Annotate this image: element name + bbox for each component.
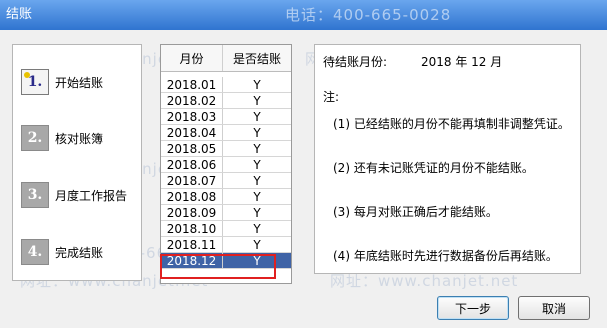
pending-month-label: 待结账月份: [323, 55, 388, 69]
table-row[interactable]: 2018.05 Y [161, 141, 291, 157]
info-panel: 待结账月份: 2018 年 12 月 注: (1) 已经结账的月份不能再填制非调… [314, 44, 581, 274]
cell-month: 2018.03 [161, 109, 223, 124]
next-button[interactable]: 下一步 [437, 296, 509, 320]
step-panel: 1. 开始结账 2. 核对账簿 3. 月度工作报告 4. 完成结账 [12, 44, 142, 281]
step-4-icon: 4. [21, 239, 49, 265]
cell-month: 2018.07 [161, 173, 223, 188]
grid-header: 月份 是否结账 [161, 45, 291, 72]
window-title: 结账 [6, 7, 33, 22]
closing-grid[interactable]: 月份 是否结账 2018.01 Y 2018.02 Y 2018.03 Y 2018.… [160, 44, 292, 284]
watermark-phone-top: 电话：400-665-0028 [285, 6, 452, 24]
note-item: (4) 年底结账时先进行数据备份后再结账。 [333, 249, 558, 263]
cell-month: 2018.04 [161, 125, 223, 140]
note-item: (1) 已经结账的月份不能再填制非调整凭证。 [333, 117, 570, 131]
cell-closed: Y [253, 221, 261, 236]
title-bar: 结账 电话：400-665-0028 [0, 0, 607, 30]
cell-closed: Y [253, 189, 261, 204]
note-item: (3) 每月对账正确后才能结账。 [333, 205, 498, 219]
table-row[interactable]: 2018.08 Y [161, 189, 291, 205]
cell-closed: Y [253, 237, 261, 252]
table-row[interactable]: 2018.09 Y [161, 205, 291, 221]
step-3-icon: 3. [21, 182, 49, 208]
table-row[interactable]: 2018.10 Y [161, 221, 291, 237]
cell-month: 2018.10 [161, 221, 223, 236]
table-row[interactable]: 2018.06 Y [161, 157, 291, 173]
table-row[interactable]: 2018.07 Y [161, 173, 291, 189]
step-1-icon: 1. [21, 69, 49, 95]
table-row[interactable]: 2018.11 Y [161, 237, 291, 253]
cell-month: 2018.11 [161, 237, 223, 252]
column-header-closed[interactable]: 是否结账 [223, 45, 291, 71]
step-start-closing: 1. 开始结账 [21, 67, 103, 97]
cell-closed: Y [253, 157, 261, 172]
cell-closed: Y [253, 141, 261, 156]
step-check-ledgers: 2. 核对账簿 [21, 123, 103, 153]
column-header-month[interactable]: 月份 [161, 45, 223, 71]
cell-month: 2018.06 [161, 157, 223, 172]
table-row[interactable]: 2018.03 Y [161, 109, 291, 125]
step-label: 核对账簿 [55, 131, 104, 146]
cell-closed: Y [253, 125, 261, 140]
red-highlight-box [160, 254, 276, 279]
cancel-button[interactable]: 取消 [518, 296, 590, 320]
cell-closed: Y [253, 173, 261, 188]
step-label: 开始结账 [55, 75, 104, 90]
dialog-body: 网址：www.chanjet.net 网址：www.chanjet.net 电话… [0, 30, 607, 328]
step-label: 完成结账 [55, 245, 104, 260]
pending-month-value: 2018 年 12 月 [421, 55, 503, 69]
cell-month: 2018.01 [161, 77, 223, 92]
cell-month: 2018.09 [161, 205, 223, 220]
grid-rows: 2018.01 Y 2018.02 Y 2018.03 Y 2018.04 Y 2018… [161, 77, 291, 269]
note-item: (2) 还有未记账凭证的月份不能结账。 [333, 161, 534, 175]
cell-month: 2018.02 [161, 93, 223, 108]
cell-closed: Y [253, 77, 261, 92]
step-label: 月度工作报告 [55, 188, 128, 203]
step-2-icon: 2. [21, 125, 49, 151]
cell-closed: Y [253, 205, 261, 220]
cell-closed: Y [253, 109, 261, 124]
cell-closed: Y [253, 93, 261, 108]
table-row[interactable]: 2018.01 Y [161, 77, 291, 93]
table-row[interactable]: 2018.04 Y [161, 125, 291, 141]
cell-month: 2018.05 [161, 141, 223, 156]
table-row[interactable]: 2018.02 Y [161, 93, 291, 109]
cell-month: 2018.08 [161, 189, 223, 204]
step-finish-closing: 4. 完成结账 [21, 237, 103, 267]
note-title: 注: [323, 90, 340, 104]
step-monthly-report: 3. 月度工作报告 [21, 180, 127, 210]
